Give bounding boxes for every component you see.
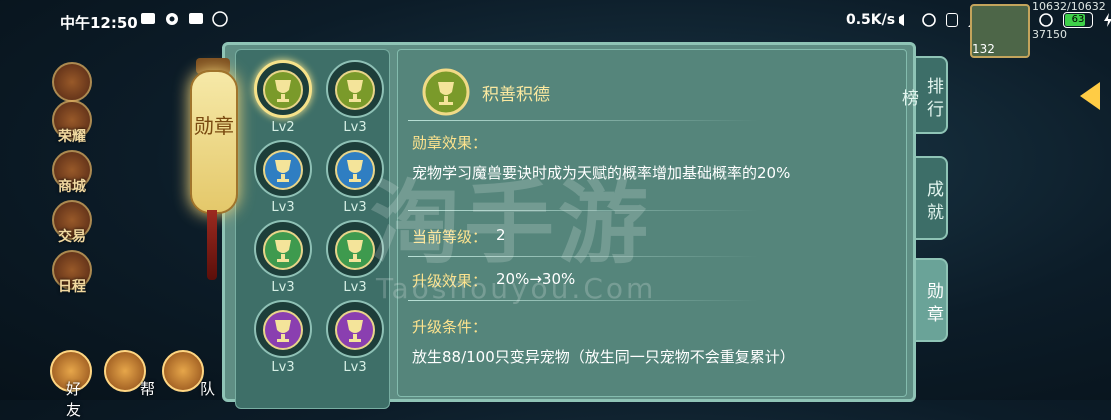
trophy-icon bbox=[263, 230, 303, 270]
medal-badge[interactable]: Lv3 bbox=[252, 300, 314, 375]
notification-icons bbox=[140, 11, 228, 27]
badge-level: Lv3 bbox=[343, 200, 367, 215]
alarm-icon bbox=[921, 12, 937, 28]
upgrade-condition-text: 放生88/100只变异宠物（放生同一只宠物不会重复累计） bbox=[412, 348, 795, 366]
hud-label: 帮 bbox=[140, 380, 156, 398]
hud-label: 好友 bbox=[66, 380, 82, 419]
network-speed: 0.5K/s bbox=[846, 12, 896, 28]
hud-label: 交易 bbox=[58, 229, 86, 245]
tab-label: 成就 bbox=[923, 180, 943, 226]
badge-level: Lv3 bbox=[343, 120, 367, 135]
medal-detail: 积善积德 勋章效果： 宠物学习魔兽要诀时成为天赋的概率增加基础概率的20% 当前… bbox=[397, 49, 907, 397]
lantern-tassel bbox=[207, 210, 217, 280]
medal-panel: Lv2 Lv3 Lv3 Lv3 Lv3 Lv3 Lv3 Lv3 积善积德 勋章效果： 宠物学习… bbox=[222, 42, 916, 409]
expand-arrow-icon[interactable] bbox=[1080, 82, 1100, 110]
trophy-icon bbox=[335, 310, 375, 350]
player-hp: 10632/10632 bbox=[1032, 0, 1106, 13]
divider bbox=[408, 210, 758, 211]
medal-badge[interactable]: Lv2 bbox=[252, 60, 314, 135]
medal-badge[interactable]: Lv3 bbox=[324, 300, 386, 375]
divider bbox=[408, 120, 758, 121]
divider bbox=[408, 300, 758, 301]
message-icon-2 bbox=[188, 11, 204, 27]
trophy-icon bbox=[335, 230, 375, 270]
team-button[interactable]: 队 bbox=[162, 350, 215, 398]
upgrade-condition-label: 升级条件： bbox=[412, 318, 488, 336]
hud-schedule-button[interactable]: 日程 bbox=[46, 250, 98, 295]
upgrade-effect-label: 升级效果： bbox=[412, 272, 488, 290]
current-level-value: 2 bbox=[496, 226, 506, 244]
effect-label: 勋章效果： bbox=[412, 134, 488, 152]
sim-icon bbox=[946, 13, 958, 27]
tab-achievements[interactable]: 成就 bbox=[916, 156, 948, 240]
upgrade-effect-value: 20%→30% bbox=[496, 270, 576, 288]
player-level: 132 bbox=[972, 42, 995, 56]
badge-level: Lv3 bbox=[271, 200, 295, 215]
hud-shop-button[interactable]: 商城 bbox=[46, 150, 98, 195]
effect-text: 宠物学习魔兽要诀时成为天赋的概率增加基础概率的20% bbox=[412, 164, 791, 182]
hud-label: 商城 bbox=[58, 179, 86, 195]
status-bar: 中午12:50 0.5K/s 63 bbox=[0, 0, 1111, 42]
hud-label: 荣耀 bbox=[58, 129, 86, 145]
player-info[interactable]: 132 10632/10632 37150 bbox=[970, 0, 1111, 60]
tab-medals[interactable]: 勋章 bbox=[916, 258, 948, 342]
medal-badge[interactable]: Lv3 bbox=[324, 220, 386, 295]
medal-emblem-icon bbox=[420, 66, 472, 122]
tab-ranking[interactable]: 排行榜 bbox=[898, 56, 948, 134]
medal-badge[interactable]: Lv3 bbox=[324, 140, 386, 215]
hud-label: 队 bbox=[200, 380, 216, 398]
badge-level: Lv3 bbox=[343, 280, 367, 295]
medal-lantern: 勋章 bbox=[190, 70, 238, 214]
trophy-icon bbox=[263, 150, 303, 190]
trophy-icon bbox=[335, 150, 375, 190]
divider bbox=[408, 256, 758, 257]
trophy-icon bbox=[335, 70, 375, 110]
hud-label: 日程 bbox=[58, 279, 86, 295]
lantern-text: 勋章 bbox=[194, 114, 234, 138]
badge-level: Lv2 bbox=[271, 120, 295, 135]
guild-button[interactable]: 帮 bbox=[104, 350, 155, 398]
medal-grid: Lv2 Lv3 Lv3 Lv3 Lv3 Lv3 Lv3 Lv3 bbox=[235, 49, 390, 409]
player-mp: 37150 bbox=[1032, 28, 1067, 41]
trophy-icon bbox=[263, 310, 303, 350]
trophy-icon bbox=[263, 70, 303, 110]
gear-icon bbox=[164, 11, 180, 27]
mute-icon bbox=[896, 12, 912, 28]
tab-label: 勋章 bbox=[923, 282, 943, 328]
app-icon bbox=[212, 11, 228, 27]
badge-level: Lv3 bbox=[271, 280, 295, 295]
current-level-label: 当前等级： bbox=[412, 228, 488, 246]
friends-button[interactable]: 好友 bbox=[50, 350, 92, 419]
medal-title: 积善积德 bbox=[482, 85, 550, 105]
hud-trade-button[interactable]: 交易 bbox=[46, 200, 98, 245]
medal-badge[interactable]: Lv3 bbox=[252, 220, 314, 295]
badge-level: Lv3 bbox=[343, 360, 367, 375]
medal-badge[interactable]: Lv3 bbox=[324, 60, 386, 135]
clock: 中午12:50 bbox=[60, 14, 138, 32]
message-icon bbox=[140, 11, 156, 27]
medal-badge[interactable]: Lv3 bbox=[252, 140, 314, 215]
badge-level: Lv3 bbox=[271, 360, 295, 375]
hud-glory-button[interactable]: 荣耀 bbox=[46, 100, 98, 145]
